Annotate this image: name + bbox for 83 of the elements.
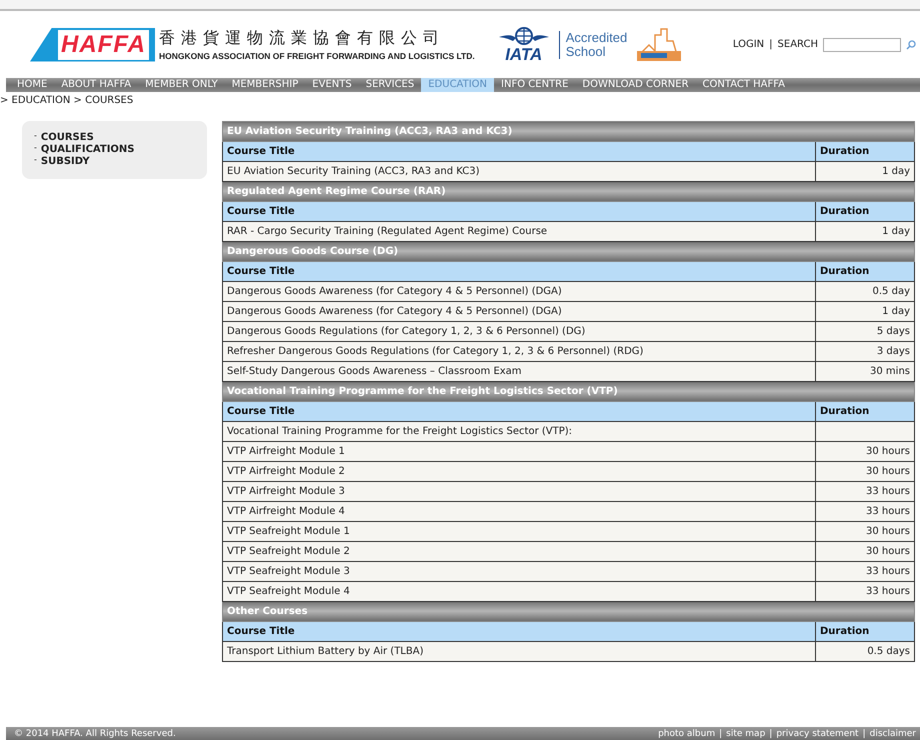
sidebar-link[interactable]: COURSES — [40, 132, 94, 143]
table-cell: 0.5 days — [816, 642, 914, 662]
table-cell: Dangerous Goods Regulations (for Category 1, 2, 3 & 6 Personnel) (DG) — [222, 322, 816, 342]
column-header: Course Title — [222, 262, 816, 282]
search-label: SEARCH — [778, 39, 818, 50]
table-cell: VTP Seafreight Module 2 — [222, 542, 816, 562]
bullet-text: - — [34, 143, 37, 152]
separator-text: | — [719, 728, 722, 738]
table-cell: 33 hours — [816, 502, 914, 522]
separator-text: | — [769, 728, 772, 738]
table-cell: VTP Seafreight Module 3 — [222, 562, 816, 582]
search-icon[interactable] — [906, 40, 916, 50]
nav-tab[interactable]: INFO CENTRE — [494, 78, 576, 92]
table-cell: 1 day — [816, 222, 914, 242]
table-cell: Dangerous Goods Awareness (for Category 4 & 5 Personnel) (DGA) — [222, 282, 816, 302]
company-name-english: HONGKONG ASSOCIATION OF FREIGHT FORWARDING AND LOGISTICS LTD. — [159, 51, 475, 61]
table-cell: 1 day — [816, 302, 914, 322]
table-cell: 33 hours — [816, 562, 914, 582]
search-field[interactable] — [823, 38, 901, 52]
table-cell: Vocational Training Programme for the Freight Logistics Sector (VTP): — [222, 422, 816, 442]
table-cell: 30 hours — [816, 542, 914, 562]
login-link[interactable]: LOGIN — [732, 39, 764, 50]
table-cell: Self-Study Dangerous Goods Awareness – Classroom Exam — [222, 362, 816, 382]
table-cell: VTP Seafreight Module 4 — [222, 582, 816, 602]
footer-link[interactable]: disclaimer — [870, 728, 916, 738]
table-cell: RAR - Cargo Security Training (Regulated Agent Regime) Course — [222, 222, 816, 242]
column-header: Duration — [816, 262, 914, 282]
table-cell: VTP Airfreight Module 4 — [222, 502, 816, 522]
column-header: Duration — [816, 622, 914, 642]
nav-tab[interactable]: MEMBERSHIP — [224, 78, 306, 92]
nav-tab[interactable]: MEMBER ONLY — [138, 78, 225, 92]
separator-text: | — [769, 39, 773, 50]
footer-link[interactable]: photo album — [658, 728, 716, 738]
footer-link[interactable]: privacy statement — [776, 728, 859, 738]
table-cell: 33 hours — [816, 582, 914, 602]
nav-tab[interactable]: ABOUT HAFFA — [54, 78, 138, 92]
nav-tab[interactable]: HOME — [10, 78, 54, 92]
nav-tab[interactable]: CONTACT HAFFA — [696, 78, 792, 92]
table-cell: EU Aviation Security Training (ACC3, RA3 and KC3) — [222, 162, 816, 182]
nav-tab[interactable]: SERVICES — [358, 78, 422, 92]
section-title: Other Courses — [222, 602, 914, 622]
column-header: Course Title — [222, 202, 816, 222]
table-cell: 0.5 day — [816, 282, 914, 302]
section-title: EU Aviation Security Training (ACC3, RA3 and KC3) — [222, 122, 914, 142]
column-header: Course Title — [222, 142, 816, 162]
bullet-text: - — [34, 131, 37, 140]
section-title: Regulated Agent Regime Course (RAR) — [222, 182, 914, 202]
table-cell: 5 days — [816, 322, 914, 342]
table-cell: 30 hours — [816, 522, 914, 542]
separator-text: | — [862, 728, 866, 738]
column-header: Duration — [816, 202, 914, 222]
column-header: Course Title — [222, 622, 816, 642]
section-title: Vocational Training Programme for the Freight Logistics Sector (VTP) — [222, 382, 914, 402]
table-cell: VTP Airfreight Module 2 — [222, 462, 816, 482]
table-cell: 30 hours — [816, 462, 914, 482]
table-cell: VTP Seafreight Module 1 — [222, 522, 816, 542]
table-cell: VTP Airfreight Module 3 — [222, 482, 816, 502]
haffa-logo[interactable]: HAFFA — [30, 28, 155, 62]
accredited-school-label: Accredited School — [558, 30, 628, 58]
nav-tab[interactable]: EVENTS — [305, 78, 359, 92]
table-cell: 30 mins — [816, 362, 914, 382]
table-cell: 30 hours — [816, 442, 914, 462]
table-cell: VTP Airfreight Module 1 — [222, 442, 816, 462]
footer-link[interactable]: site map — [726, 728, 766, 738]
table-cell: 3 days — [816, 342, 914, 362]
bullet-text: - — [34, 155, 37, 164]
column-header: Duration — [816, 142, 914, 162]
sidebar-link[interactable]: QUALIFICATIONS — [40, 144, 135, 155]
table-cell: 1 day — [816, 162, 914, 182]
table-cell: 33 hours — [816, 482, 914, 502]
section-title: Dangerous Goods Course (DG) — [222, 242, 914, 262]
table-cell: Dangerous Goods Awareness (for Category 4 & 5 Personnel) (DGA) — [222, 302, 816, 322]
nav-tab[interactable]: DOWNLOAD CORNER — [575, 78, 696, 92]
sidebar-link[interactable]: SUBSIDY — [40, 156, 90, 167]
iata-logo: IATA — [496, 26, 551, 62]
table-cell: Refresher Dangerous Goods Regulations (for Category 1, 2, 3 & 6 Personnel) (RDG) — [222, 342, 816, 362]
column-header: Duration — [816, 402, 914, 422]
breadcrumb: > EDUCATION > COURSES — [0, 94, 134, 106]
column-header: Course Title — [222, 402, 816, 422]
company-name-chinese: 香港貨運物流業協會有限公司 — [159, 28, 446, 49]
table-cell: Transport Lithium Battery by Air (TLBA) — [222, 642, 816, 662]
nav-tab[interactable]: EDUCATION — [421, 78, 494, 92]
copyright-text: © 2014 HAFFA. All Rights Reserved. — [14, 728, 176, 738]
